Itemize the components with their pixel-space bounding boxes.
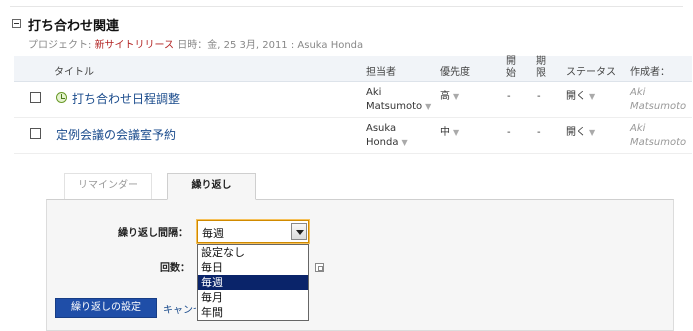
priority-value: 高: [440, 91, 450, 102]
option-monthly[interactable]: 毎月: [198, 290, 308, 305]
creator-last: Matsumoto: [630, 137, 687, 148]
header-due-line2: 限: [536, 68, 546, 79]
interval-select-value: 毎週: [202, 227, 224, 240]
task-table: タイトル 担当者 優先度 開始 期限 ステータス 作成者： 打ち合わせ日程調整 …: [14, 56, 692, 154]
assignee-last: Honda: [366, 137, 399, 148]
header-priority[interactable]: 優先度: [440, 63, 470, 78]
option-weekly[interactable]: 毎週: [198, 275, 308, 290]
chevron-down-icon[interactable]: ▼: [401, 138, 407, 147]
header-start-line1: 開: [506, 56, 516, 67]
clock-icon: [56, 92, 67, 103]
option-daily[interactable]: 毎日: [198, 260, 308, 275]
chevron-down-icon[interactable]: ▼: [589, 128, 595, 137]
count-label: 回数：: [160, 263, 190, 274]
tab-reminder[interactable]: リマインダー: [64, 173, 152, 199]
collapse-icon[interactable]: [12, 19, 21, 28]
table-row: 打ち合わせ日程調整 Aki Matsumoto ▼ 高 ▼ - - 開く ▼ Aki Ma…: [14, 82, 692, 118]
interval-select[interactable]: 毎週: [197, 220, 309, 243]
row-checkbox[interactable]: [30, 128, 41, 139]
option-none[interactable]: 設定なし: [198, 245, 308, 260]
interval-label: 繰り返し間隔：: [118, 228, 188, 239]
header-title[interactable]: タイトル: [54, 63, 94, 78]
priority-cell[interactable]: 高 ▼: [440, 90, 459, 104]
header-start[interactable]: 開始: [506, 56, 516, 80]
row-checkbox[interactable]: [30, 92, 41, 103]
chevron-down-icon[interactable]: ▼: [425, 102, 431, 111]
creator-cell: Aki Matsumoto: [630, 86, 686, 114]
chevron-down-icon[interactable]: ▼: [453, 128, 459, 137]
header-status[interactable]: ステータス: [566, 63, 616, 78]
priority-cell[interactable]: 中 ▼: [440, 126, 459, 140]
chevron-down-icon[interactable]: ▼: [589, 92, 595, 101]
header-due[interactable]: 期限: [536, 56, 546, 80]
assignee-cell: Aki Matsumoto ▼: [366, 86, 431, 114]
status-value: 開く: [566, 127, 586, 138]
save-repeat-button[interactable]: 繰り返しの設定: [55, 298, 157, 318]
priority-value: 中: [440, 127, 450, 138]
cancel-link[interactable]: キャンセル: [163, 301, 196, 316]
chevron-down-icon[interactable]: ▼: [453, 92, 459, 101]
assignee-first: Asuka: [366, 123, 397, 134]
creator-last: Matsumoto: [630, 101, 687, 112]
header-due-line1: 期: [536, 56, 546, 67]
meta-suffix: 日時：金, 25 3月, 2011 : Asuka Honda: [174, 40, 364, 51]
meta-prefix: プロジェクト:: [28, 40, 95, 51]
task-title-link[interactable]: 打ち合わせ日程調整: [72, 90, 180, 107]
header-assignee[interactable]: 担当者: [366, 63, 396, 78]
creator-cell: Aki Matsumoto: [630, 122, 686, 150]
start-cell: -: [507, 91, 511, 102]
option-yearly[interactable]: 年間: [198, 305, 308, 320]
task-title-link[interactable]: 定例会議の会議室予約: [56, 126, 176, 143]
tab-repeat[interactable]: 繰り返し: [167, 173, 256, 200]
project-link[interactable]: 新サイトリリース: [95, 40, 175, 51]
assignee-first: Aki: [366, 87, 382, 98]
header-creator[interactable]: 作成者：: [630, 63, 670, 78]
assignee-cell: Asuka Honda ▼: [366, 122, 408, 150]
calendar-icon[interactable]: [315, 263, 324, 272]
table-row: 定例会議の会議室予約 Asuka Honda ▼ 中 ▼ - - 開く ▼ Aki Mat…: [14, 118, 692, 154]
interval-options-list: 設定なし 毎日 毎週 毎月 年間: [197, 244, 309, 321]
status-value: 開く: [566, 91, 586, 102]
assignee-last: Matsumoto: [366, 101, 423, 112]
top-divider: [10, 6, 683, 7]
status-cell[interactable]: 開く ▼: [566, 126, 595, 140]
start-cell: -: [507, 127, 511, 138]
header-start-line2: 始: [506, 68, 516, 79]
creator-first: Aki: [630, 123, 646, 134]
chevron-down-icon[interactable]: [291, 223, 307, 240]
creator-first: Aki: [630, 87, 646, 98]
section-meta: プロジェクト: 新サイトリリース 日時：金, 25 3月, 2011 : Asu…: [28, 36, 363, 51]
due-cell: -: [537, 91, 541, 102]
section-title: 打ち合わせ関連: [28, 19, 120, 34]
table-header: タイトル 担当者 優先度 開始 期限 ステータス 作成者：: [14, 56, 692, 82]
status-cell[interactable]: 開く ▼: [566, 90, 595, 104]
due-cell: -: [537, 127, 541, 138]
